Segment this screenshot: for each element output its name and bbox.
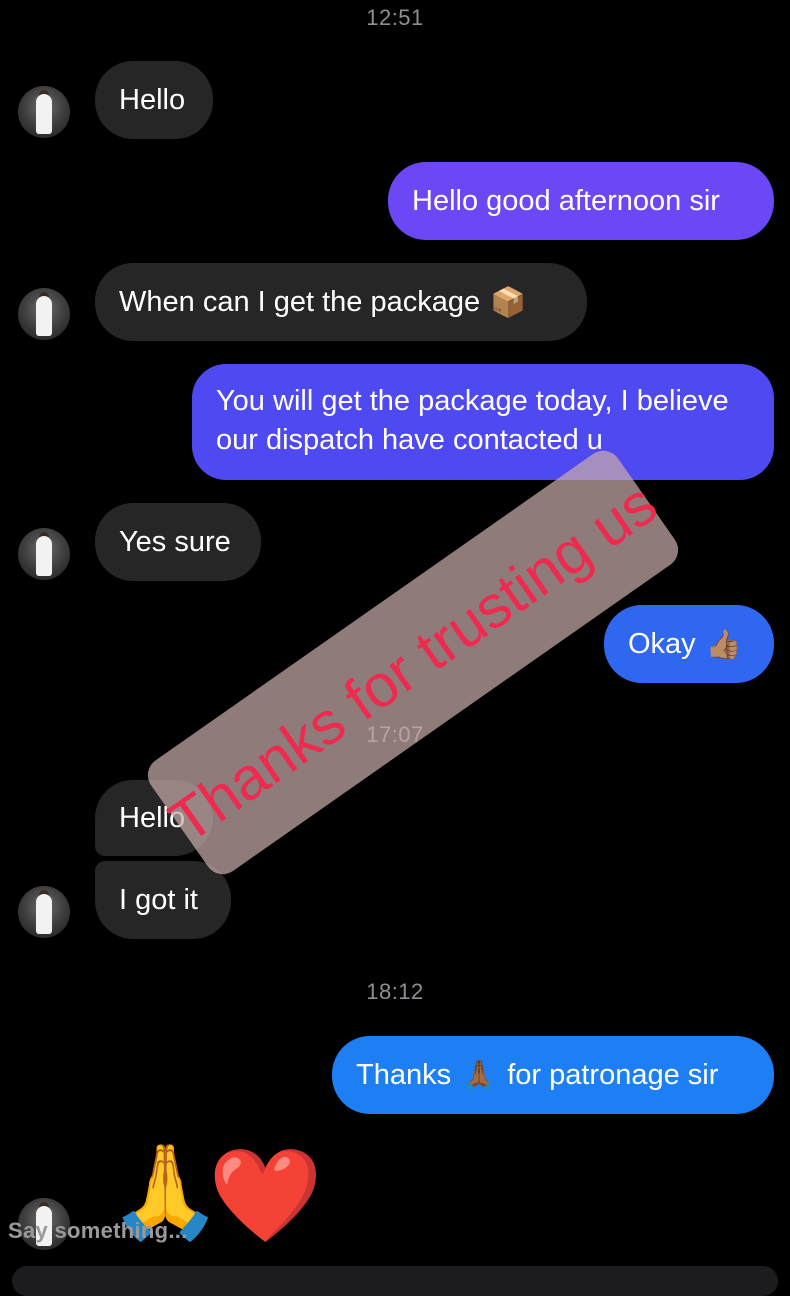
incoming-message[interactable]: I got it [95,861,231,939]
message-text: You will get the package today, I believ… [216,385,729,456]
message-text: When can I get the package [119,285,481,318]
outgoing-message[interactable]: Hello good afternoon sir [388,162,774,240]
message-input-bar[interactable] [12,1266,778,1296]
contact-avatar[interactable] [18,886,70,938]
package-emoji-icon: 📦 [490,284,527,319]
contact-avatar[interactable] [18,528,70,580]
outgoing-message[interactable]: Thanks 🙏🏾 for patronage sir [332,1036,774,1114]
praying-hands-emoji-icon: 🙏🏾 [461,1057,498,1092]
message-text: Hello [119,83,186,116]
message-text: Hello good afternoon sir [412,184,720,217]
timestamp: 18:12 [366,979,424,1004]
outgoing-message[interactable]: You will get the package today, I believ… [192,364,774,480]
incoming-message[interactable]: When can I get the package 📦 [95,263,587,341]
message-text: Yes sure [119,525,231,558]
message-text: for patronage sir [507,1058,719,1091]
contact-avatar[interactable] [18,288,70,340]
message-text: Okay [628,627,696,660]
heart-emoji-icon: ❤️ [208,1142,323,1249]
outgoing-message[interactable]: Okay 👍🏽 [604,605,774,683]
timestamp: 12:51 [366,5,424,30]
message-text: Thanks [356,1058,452,1091]
contact-avatar[interactable] [18,86,70,138]
incoming-message[interactable]: Hello [95,61,213,139]
message-composer-placeholder[interactable]: Say something... [8,1218,188,1244]
thumbs-up-emoji-icon: 👍🏽 [705,626,742,661]
incoming-message[interactable]: Yes sure [95,503,261,581]
message-text: I got it [119,883,198,916]
